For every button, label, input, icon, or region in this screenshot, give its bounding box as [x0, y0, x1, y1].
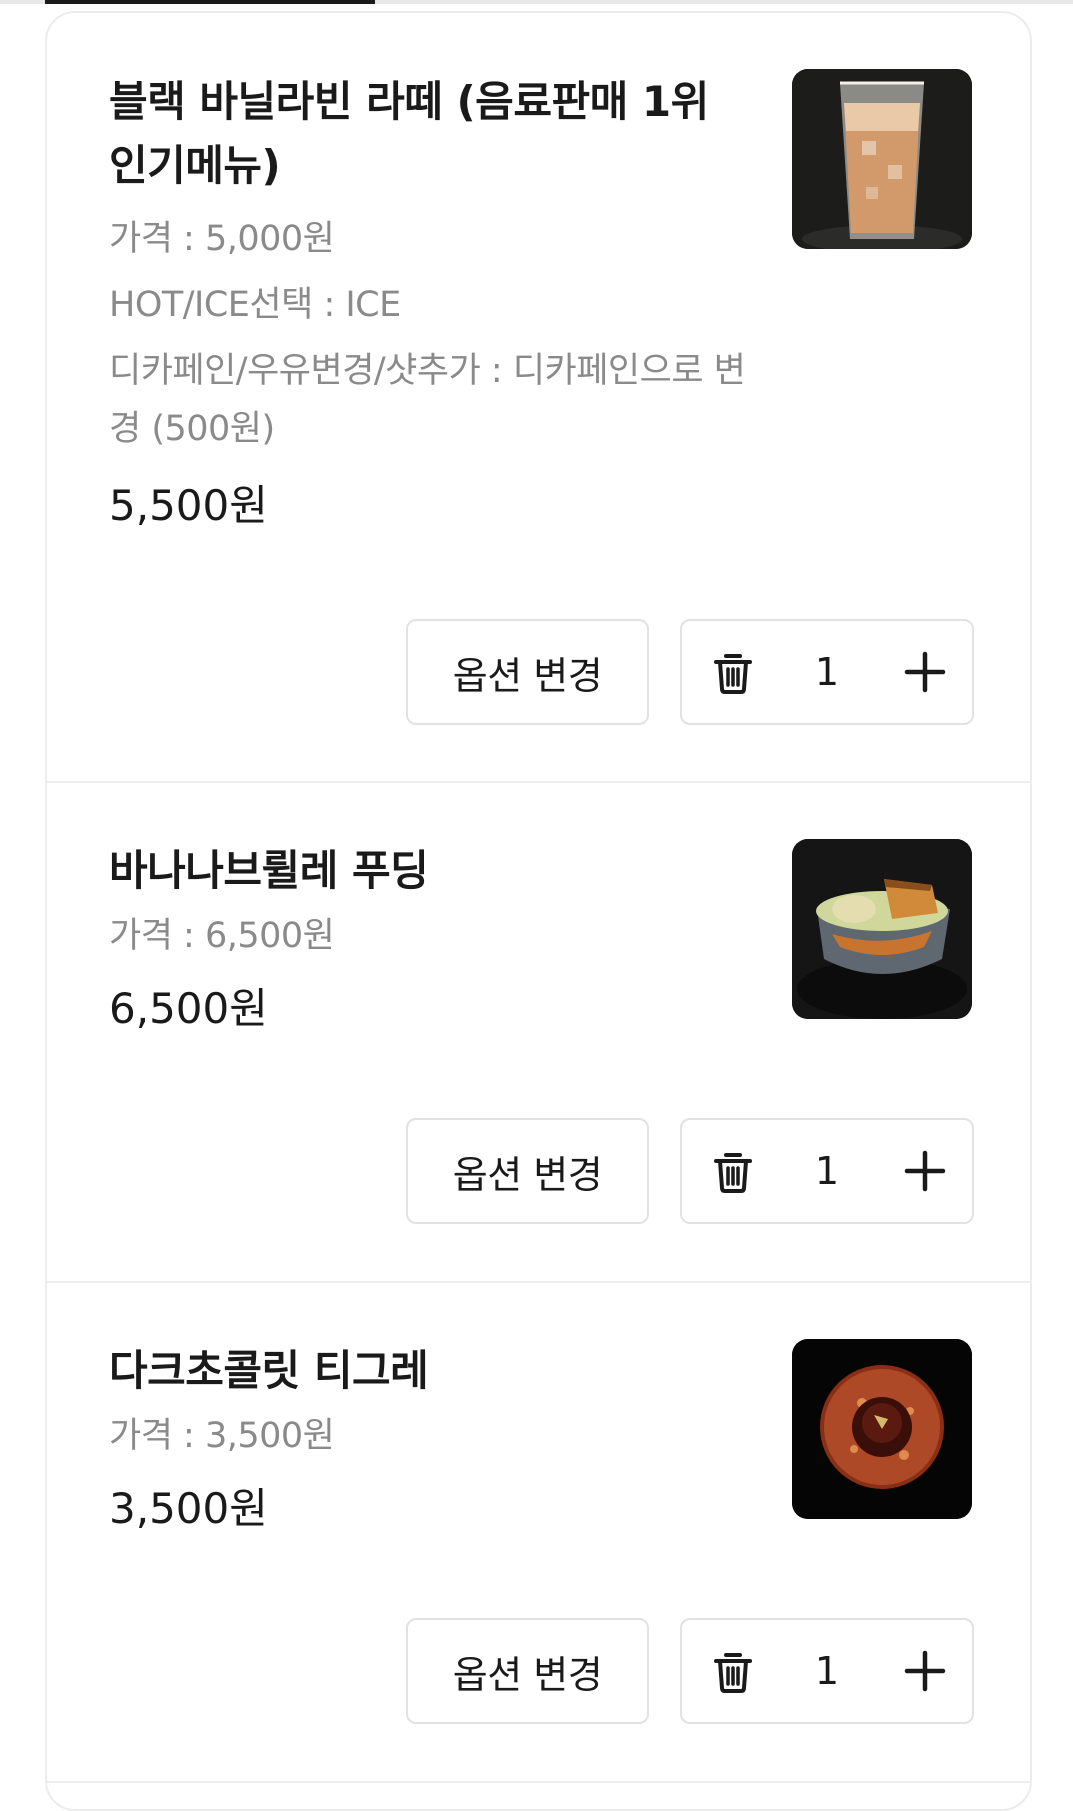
pudding-bowl-icon	[792, 839, 972, 1019]
item-name: 바나나브륄레 푸딩	[109, 846, 429, 895]
item-image[interactable]	[792, 1339, 972, 1519]
item-actions: 옵션 변경 1	[406, 1618, 974, 1724]
item-total-price: 3,500원	[109, 1484, 268, 1533]
chocolate-tigre-icon	[792, 1339, 972, 1519]
item-option: 가격 : 6,500원	[109, 916, 335, 956]
item-total-price: 6,500원	[109, 984, 268, 1033]
quantity-value: 1	[814, 650, 840, 694]
item-total-price: 5,500원	[109, 481, 268, 530]
quantity-stepper: 1	[680, 1618, 974, 1724]
quantity-value: 1	[814, 1649, 840, 1693]
change-option-button[interactable]: 옵션 변경	[406, 1618, 649, 1724]
change-option-button[interactable]: 옵션 변경	[406, 619, 649, 725]
cart-item: 블랙 바닐라빈 라떼 (음료판매 1위 인기메뉴) 가격 : 5,000원 HO…	[47, 13, 1030, 783]
plus-icon[interactable]	[900, 1646, 950, 1696]
cart-list: 블랙 바닐라빈 라떼 (음료판매 1위 인기메뉴) 가격 : 5,000원 HO…	[45, 11, 1032, 1811]
trash-icon[interactable]	[708, 1646, 758, 1696]
cart-item-info: 다크초콜릿 티그레 가격 : 3,500원 3,500원	[109, 1339, 829, 1539]
item-image[interactable]	[792, 69, 972, 249]
cart-item: 바나나브륄레 푸딩 가격 : 6,500원 6,500원 옵션 변경 1	[47, 783, 1030, 1283]
top-tab-bar	[0, 0, 1073, 4]
quantity-stepper: 1	[680, 1118, 974, 1224]
item-name: 다크초콜릿 티그레	[109, 1346, 429, 1395]
item-option: 가격 : 5,000원	[109, 219, 335, 259]
item-actions: 옵션 변경 1	[406, 619, 974, 725]
change-option-button[interactable]: 옵션 변경	[406, 1118, 649, 1224]
quantity-stepper: 1	[680, 619, 974, 725]
quantity-value: 1	[814, 1149, 840, 1193]
item-actions: 옵션 변경 1	[406, 1118, 974, 1224]
cart-item: 다크초콜릿 티그레 가격 : 3,500원 3,500원 옵션 변경 1	[47, 1283, 1030, 1783]
trash-icon[interactable]	[708, 647, 758, 697]
iced-latte-icon	[792, 69, 972, 249]
plus-icon[interactable]	[900, 647, 950, 697]
cart-item-info: 바나나브륄레 푸딩 가격 : 6,500원 6,500원	[109, 839, 829, 1039]
item-image[interactable]	[792, 839, 972, 1019]
plus-icon[interactable]	[900, 1146, 950, 1196]
item-option: 가격 : 3,500원	[109, 1416, 335, 1456]
cart-item-info: 블랙 바닐라빈 라떼 (음료판매 1위 인기메뉴) 가격 : 5,000원 HO…	[109, 70, 829, 536]
item-name: 블랙 바닐라빈 라떼 (음료판매 1위 인기메뉴)	[109, 77, 709, 190]
item-option: 디카페인/우유변경/샷추가 : 디카페인으로 변경 (500원)	[109, 351, 746, 449]
item-option: HOT/ICE선택 : ICE	[109, 285, 401, 325]
trash-icon[interactable]	[708, 1146, 758, 1196]
active-tab-indicator	[45, 0, 375, 4]
